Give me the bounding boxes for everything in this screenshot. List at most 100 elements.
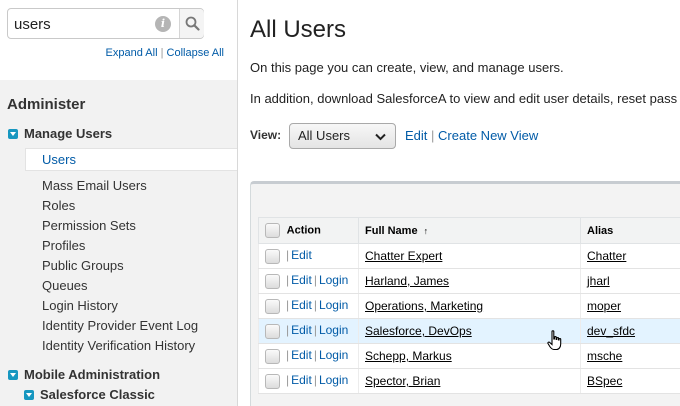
collapse-triangle-icon[interactable] xyxy=(24,389,34,400)
salesforce-classic-section[interactable]: Salesforce Classic xyxy=(24,387,155,402)
edit-link[interactable]: Edit xyxy=(291,248,312,262)
edit-link[interactable]: Edit xyxy=(291,273,312,287)
quick-find-input[interactable] xyxy=(14,14,154,34)
collapse-all-link[interactable]: Collapse All xyxy=(167,47,224,59)
alias-cell: jharl xyxy=(580,268,680,294)
sidebar-item-users[interactable]: Users xyxy=(25,148,237,171)
row-checkbox[interactable] xyxy=(265,373,280,389)
login-link[interactable]: Login xyxy=(319,323,348,337)
full-name-column-header[interactable]: Full Name ↑ xyxy=(358,217,581,244)
user-name-link[interactable]: Operations, Marketing xyxy=(365,299,483,313)
sidebar-item-queues[interactable]: Queues xyxy=(42,278,88,293)
alias-column-header[interactable]: Alias xyxy=(580,217,680,244)
view-select-value: All Users xyxy=(298,128,351,143)
sidebar: i Expand All | Collapse All Administer M… xyxy=(0,0,238,406)
action-cell: | Edit | Login xyxy=(258,368,359,394)
user-alias-link[interactable]: moper xyxy=(587,299,621,313)
row-checkbox[interactable] xyxy=(265,298,280,314)
collapse-triangle-icon[interactable] xyxy=(8,128,18,139)
user-name-link[interactable]: Harland, James xyxy=(365,274,449,288)
row-checkbox[interactable] xyxy=(265,323,280,339)
chevron-down-icon xyxy=(375,133,386,141)
sidebar-item-roles[interactable]: Roles xyxy=(42,198,75,213)
page-description-salesforcea: In addition, download SalesforceA to vie… xyxy=(250,91,678,106)
action-cell: | Edit | Login xyxy=(258,293,359,319)
login-link[interactable]: Login xyxy=(319,348,348,362)
full-name-cell: Chatter Expert xyxy=(358,243,581,269)
full-name-cell: Operations, Marketing xyxy=(358,293,581,319)
user-name-link[interactable]: Spector, Brian xyxy=(365,374,440,388)
action-cell: | Edit | Login xyxy=(258,268,359,294)
login-link[interactable]: Login xyxy=(319,273,348,287)
users-list-panel: Action Full Name ↑ Alias | Edit Chatter Exp… xyxy=(250,181,680,406)
action-separator: | xyxy=(286,323,290,338)
action-separator: | xyxy=(286,273,290,288)
sidebar-item-identity-provider-event-log[interactable]: Identity Provider Event Log xyxy=(42,318,198,333)
view-links: Edit | Create New View xyxy=(405,128,538,143)
action-separator: | xyxy=(313,348,317,363)
edit-link[interactable]: Edit xyxy=(291,373,312,387)
view-select[interactable]: All Users xyxy=(289,123,396,149)
table-header-row: Action Full Name ↑ Alias xyxy=(258,217,680,244)
alias-cell: msche xyxy=(580,343,680,369)
action-header-label: Action xyxy=(286,224,321,237)
login-link[interactable]: Login xyxy=(319,298,348,312)
row-checkbox[interactable] xyxy=(265,348,280,364)
user-name-link[interactable]: Chatter Expert xyxy=(365,249,442,263)
action-separator: | xyxy=(286,298,290,313)
row-checkbox[interactable] xyxy=(265,248,280,264)
sidebar-item-mass-email-users[interactable]: Mass Email Users xyxy=(42,178,147,193)
manage-users-section[interactable]: Manage Users xyxy=(8,126,112,141)
user-name-link[interactable]: Schepp, Markus xyxy=(365,349,452,363)
sidebar-item-profiles[interactable]: Profiles xyxy=(42,238,85,253)
user-alias-link[interactable]: BSpec xyxy=(587,374,622,388)
link-divider: | xyxy=(431,128,435,143)
user-alias-link[interactable]: Chatter xyxy=(587,249,626,263)
mobile-administration-section[interactable]: Mobile Administration xyxy=(8,367,160,382)
create-new-view-link[interactable]: Create New View xyxy=(438,128,538,143)
table-row: | Edit | Login Salesforce, DevOps dev_sfdc xyxy=(258,318,680,344)
action-separator: | xyxy=(286,373,290,388)
sidebar-item-login-history[interactable]: Login History xyxy=(42,298,118,313)
edit-link[interactable]: Edit xyxy=(291,348,312,362)
salesforce-classic-label: Salesforce Classic xyxy=(40,387,155,402)
collapse-triangle-icon[interactable] xyxy=(8,369,18,380)
mobile-administration-label: Mobile Administration xyxy=(24,367,161,382)
user-alias-link[interactable]: jharl xyxy=(587,274,610,288)
action-cell: | Edit | Login xyxy=(258,318,359,344)
search-button[interactable] xyxy=(179,9,204,38)
hand-pointer-cursor-icon xyxy=(547,330,562,351)
full-name-cell: Spector, Brian xyxy=(358,368,581,394)
search-icon xyxy=(185,16,200,31)
expand-all-link[interactable]: Expand All xyxy=(106,47,158,59)
action-separator: | xyxy=(313,373,317,388)
user-name-link[interactable]: Salesforce, DevOps xyxy=(365,324,472,338)
full-name-cell: Harland, James xyxy=(358,268,581,294)
sidebar-item-identity-verification-history[interactable]: Identity Verification History xyxy=(42,338,195,353)
sidebar-item-permission-sets[interactable]: Permission Sets xyxy=(42,218,136,233)
login-link[interactable]: Login xyxy=(319,373,348,387)
action-cell: | Edit | Login xyxy=(258,343,359,369)
edit-view-link[interactable]: Edit xyxy=(405,128,427,143)
row-checkbox[interactable] xyxy=(265,273,280,289)
sort-ascending-icon: ↑ xyxy=(423,225,429,236)
edit-link[interactable]: Edit xyxy=(291,298,312,312)
action-separator: | xyxy=(313,298,317,313)
user-alias-link[interactable]: msche xyxy=(587,349,622,363)
users-table-body: | Edit Chatter Expert Chatter | Edit | Login Har… xyxy=(258,243,680,394)
info-icon[interactable]: i xyxy=(155,16,171,32)
view-label: View: xyxy=(250,128,282,142)
page-description: On this page you can create, view, and m… xyxy=(250,60,564,75)
select-all-checkbox[interactable] xyxy=(265,223,280,238)
sidebar-item-label: Users xyxy=(42,152,76,167)
user-alias-link[interactable]: dev_sfdc xyxy=(587,324,635,338)
quick-find-box: i xyxy=(7,8,204,39)
expand-collapse-links: Expand All | Collapse All xyxy=(106,47,224,59)
table-row: | Edit | Login Spector, Brian BSpec xyxy=(258,368,680,394)
page-title: All Users xyxy=(250,16,347,43)
full-name-header-label: Full Name xyxy=(365,224,418,237)
table-row: | Edit | Login Harland, James jharl xyxy=(258,268,680,294)
edit-link[interactable]: Edit xyxy=(291,323,312,337)
table-row: | Edit Chatter Expert Chatter xyxy=(258,243,680,269)
sidebar-item-public-groups[interactable]: Public Groups xyxy=(42,258,124,273)
